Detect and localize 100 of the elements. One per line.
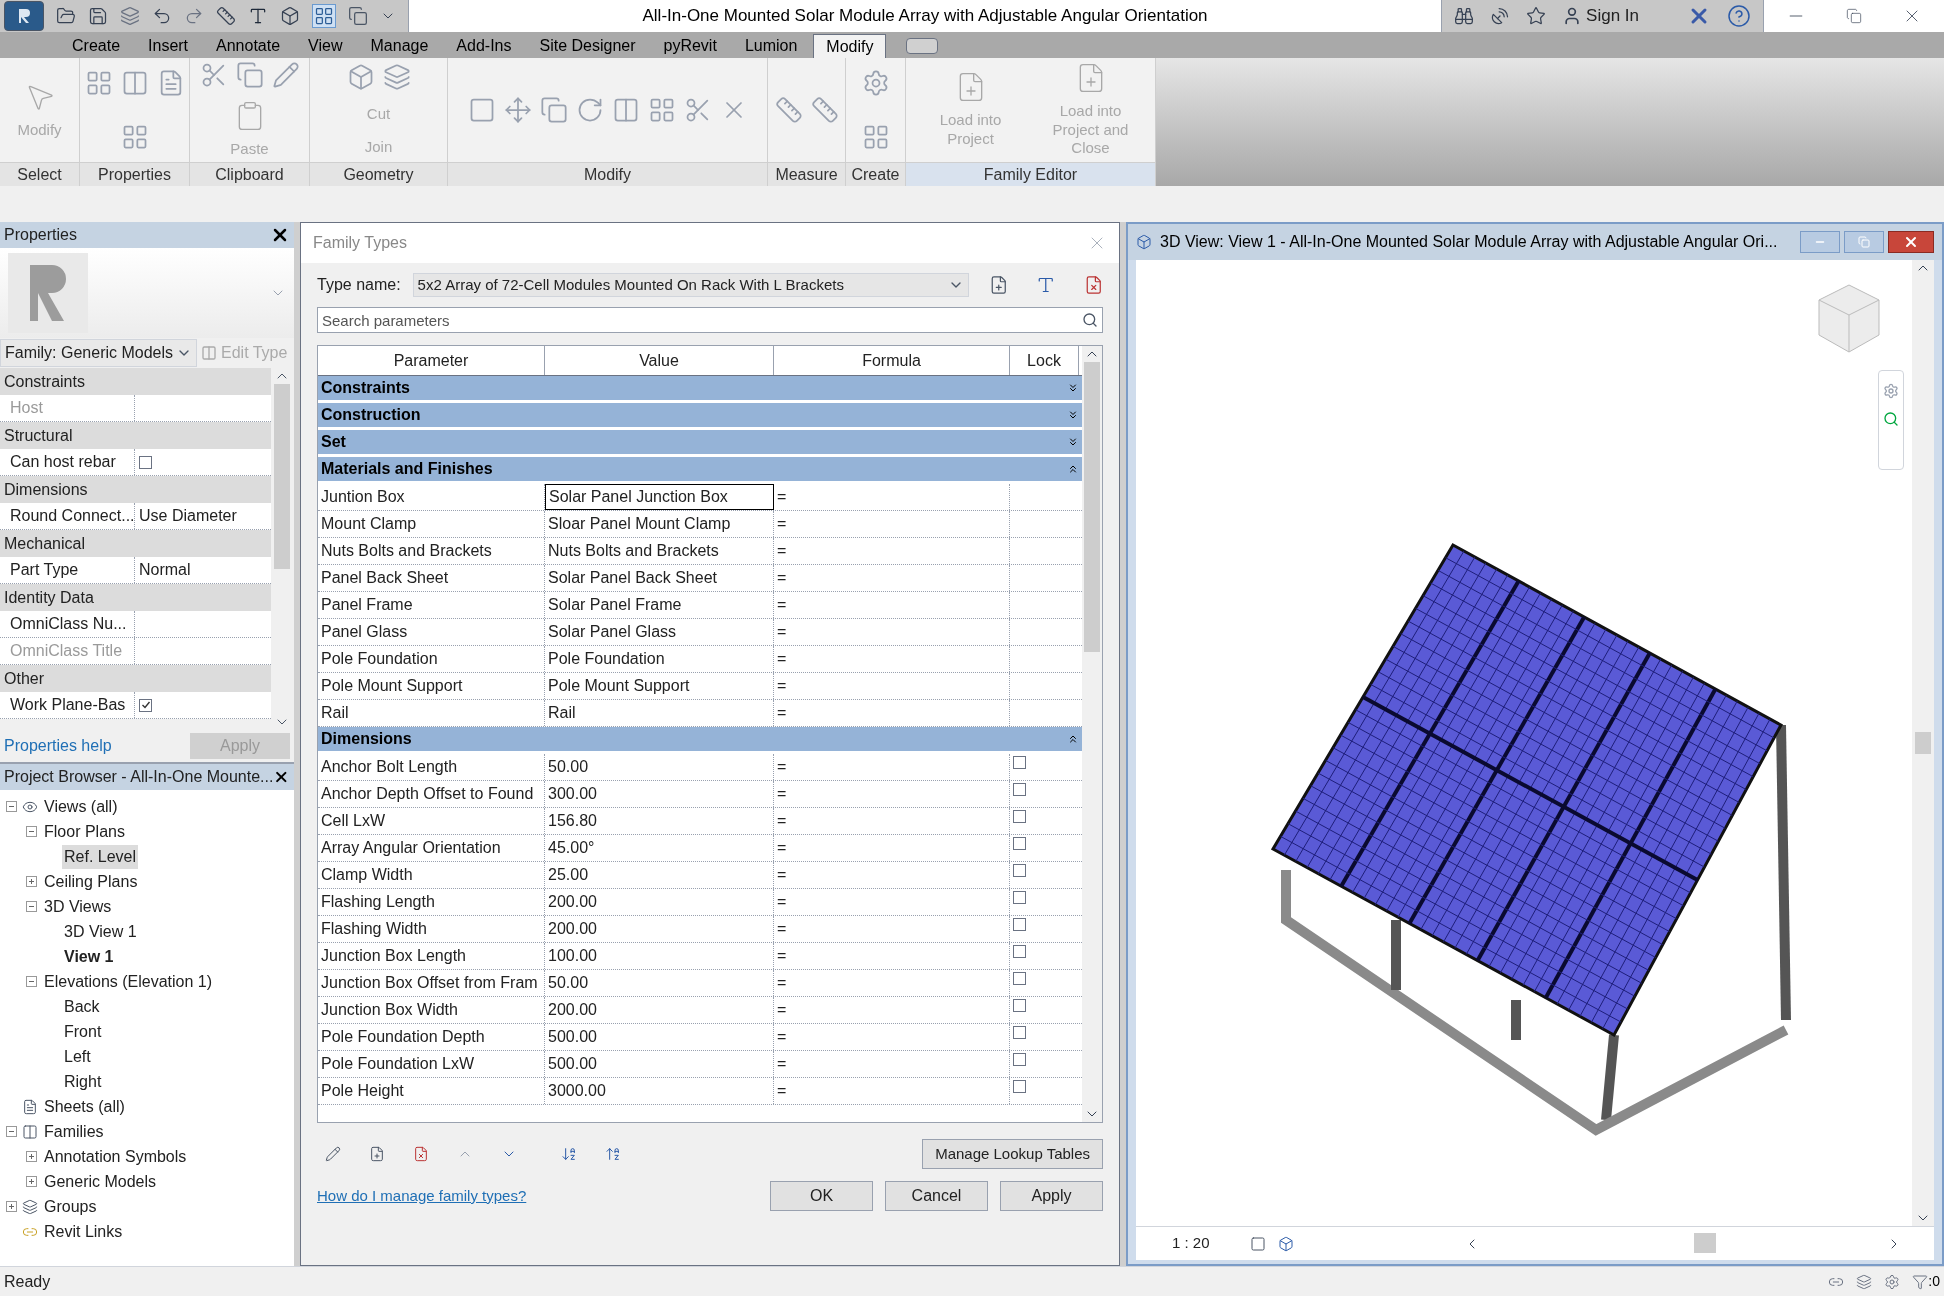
formula-cell[interactable]: = <box>774 781 1010 807</box>
formula-cell[interactable]: = <box>774 808 1010 834</box>
value-cell[interactable]: Solar Panel Glass <box>545 619 774 645</box>
restore-icon[interactable] <box>1846 8 1862 24</box>
section-header[interactable]: Constraints <box>0 368 271 395</box>
ribbon-tab[interactable]: pyRevit <box>651 34 729 58</box>
value-cell[interactable]: Pole Foundation <box>545 646 774 672</box>
value-cell[interactable]: 200.00 <box>545 916 774 942</box>
gear-icon[interactable] <box>1884 1273 1901 1290</box>
value-cell[interactable]: Rail <box>545 700 774 726</box>
lock-checkbox[interactable] <box>1013 1053 1026 1066</box>
column-header[interactable]: Lock <box>1010 346 1079 375</box>
ribbon-tab[interactable]: Modify <box>813 34 887 58</box>
formula-cell[interactable]: = <box>774 889 1010 915</box>
column-header[interactable]: Formula <box>774 346 1010 375</box>
panel-label[interactable]: Family Editor <box>906 162 1155 186</box>
ribbon-tab[interactable]: Add-Ins <box>444 34 524 58</box>
expand-icon[interactable] <box>26 1151 37 1162</box>
value-cell[interactable]: Nuts Bolts and Brackets <box>545 538 774 564</box>
formula-cell[interactable]: = <box>774 700 1010 726</box>
formula-cell[interactable]: = <box>774 754 1010 780</box>
ribbon-tab[interactable]: Insert <box>136 34 201 58</box>
section-header[interactable]: Identity Data <box>0 584 271 611</box>
measure-icon[interactable] <box>216 6 236 26</box>
formula-cell[interactable]: = <box>774 484 1010 510</box>
formula-cell[interactable]: = <box>774 970 1010 996</box>
formula-cell[interactable]: = <box>774 943 1010 969</box>
lock-checkbox[interactable] <box>1013 918 1026 931</box>
tree-item[interactable]: 3D Views <box>42 894 114 919</box>
tree-item[interactable]: Annotation Symbols <box>42 1144 189 1169</box>
cube-icon[interactable] <box>280 6 300 26</box>
section-header[interactable]: Dimensions <box>0 476 271 503</box>
filter-icon[interactable] <box>1912 1273 1929 1290</box>
close-button[interactable] <box>1888 231 1934 253</box>
dialog-button[interactable]: OK <box>770 1181 873 1211</box>
save-icon[interactable] <box>88 6 108 26</box>
expand-icon[interactable] <box>26 1176 37 1187</box>
tree-item[interactable]: View 1 <box>62 944 116 969</box>
group-header[interactable]: Constraints <box>318 376 1082 403</box>
value-cell[interactable]: 3000.00 <box>545 1078 774 1104</box>
group-header[interactable]: Construction <box>318 403 1082 430</box>
group-header[interactable]: Materials and Finishes <box>318 457 1082 484</box>
ribbon-tab[interactable]: Create <box>60 34 133 58</box>
formula-cell[interactable]: = <box>774 565 1010 591</box>
value-cell[interactable]: Solar Panel Frame <box>545 592 774 618</box>
group-header[interactable]: Dimensions <box>318 727 1082 754</box>
tree-item[interactable]: Ceiling Plans <box>42 869 140 894</box>
tree-item[interactable]: Views (all) <box>42 794 120 819</box>
satellite-icon[interactable] <box>1490 6 1511 26</box>
ribbon-tab[interactable]: Lumion <box>732 34 810 58</box>
collapse-icon[interactable] <box>26 976 37 987</box>
formula-cell[interactable]: = <box>774 835 1010 861</box>
layers-icon[interactable] <box>1856 1273 1873 1290</box>
formula-cell[interactable]: = <box>774 916 1010 942</box>
panel-label[interactable]: Properties <box>80 162 189 186</box>
tree-item[interactable]: Elevations (Elevation 1) <box>42 969 215 994</box>
dialog-button[interactable]: Apply <box>1000 1181 1103 1211</box>
new-file-icon[interactable] <box>369 1146 385 1162</box>
redo-icon[interactable] <box>184 6 204 26</box>
value-cell[interactable]: Solar Panel Back Sheet <box>545 565 774 591</box>
tree-item[interactable]: Generic Models <box>42 1169 159 1194</box>
collapse-icon[interactable] <box>1067 733 1079 745</box>
panel-label[interactable]: Clipboard <box>190 162 309 186</box>
search-icon[interactable] <box>1454 6 1475 26</box>
formula-cell[interactable]: = <box>774 997 1010 1023</box>
lock-checkbox[interactable] <box>1013 810 1026 823</box>
star-icon[interactable] <box>1526 6 1547 26</box>
expand-icon[interactable] <box>6 1201 17 1212</box>
lock-checkbox[interactable] <box>1013 837 1026 850</box>
minimize-ribbon-button[interactable] <box>906 38 939 54</box>
value-cell[interactable]: 200.00 <box>545 997 774 1023</box>
scrollbar-thumb[interactable] <box>1084 362 1100 652</box>
lock-checkbox[interactable] <box>1013 1080 1026 1093</box>
value-cell[interactable]: 300.00 <box>545 781 774 807</box>
checkbox[interactable] <box>139 455 152 469</box>
ribbon-tab[interactable]: View <box>296 34 355 58</box>
value-cell[interactable]: 45.00° <box>545 835 774 861</box>
tree-item[interactable]: Families <box>42 1119 106 1144</box>
tree-item[interactable]: 3D View 1 <box>62 919 139 944</box>
tree-item[interactable]: Right <box>62 1069 104 1094</box>
panel-label[interactable]: Select <box>0 162 79 186</box>
ribbon-tab[interactable]: Manage <box>358 34 441 58</box>
search-field[interactable]: Search parameters <box>317 307 1103 333</box>
tree-item[interactable]: Floor Plans <box>42 819 127 844</box>
properties-help-link[interactable]: Properties help <box>0 734 112 758</box>
expand-icon[interactable] <box>1067 436 1079 448</box>
value-cell[interactable]: 500.00 <box>545 1024 774 1050</box>
formula-cell[interactable]: = <box>774 619 1010 645</box>
lock-checkbox[interactable] <box>1013 891 1026 904</box>
panel-label[interactable]: Measure <box>768 162 845 186</box>
expand-icon[interactable] <box>26 876 37 887</box>
formula-cell[interactable]: = <box>774 511 1010 537</box>
section-header[interactable]: Mechanical <box>0 530 271 557</box>
thin-lines-icon[interactable] <box>312 4 336 28</box>
value-cell[interactable]: 100.00 <box>545 943 774 969</box>
help-link[interactable]: How do I manage family types? <box>317 1184 527 1208</box>
value-cell[interactable]: Solar Panel Junction Box <box>545 484 774 510</box>
collapse-icon[interactable] <box>6 801 17 812</box>
panel-label[interactable]: Modify <box>448 162 767 186</box>
type-name-dropdown[interactable]: 5x2 Array of 72-Cell Modules Mounted On Rack With L Brackets <box>412 273 969 297</box>
